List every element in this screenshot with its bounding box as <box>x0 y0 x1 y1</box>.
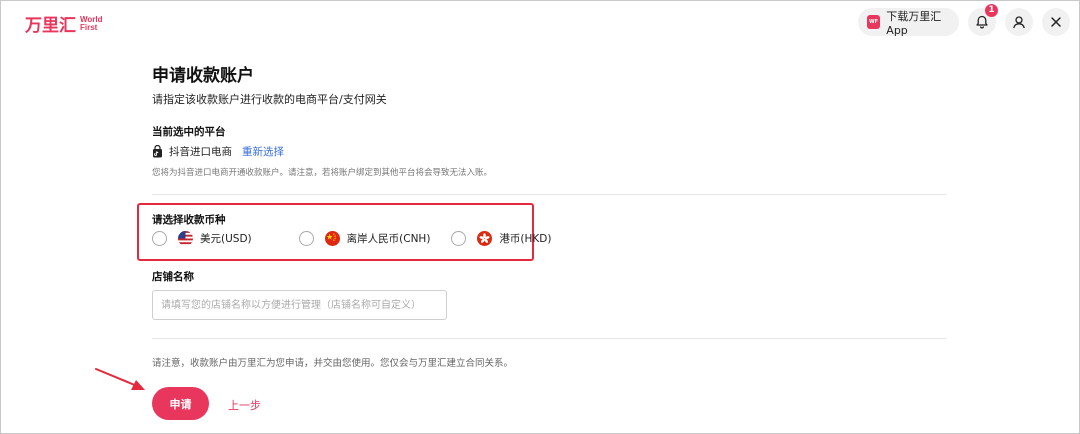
radio-hkd[interactable] <box>451 231 467 246</box>
store-name-input[interactable] <box>152 290 447 320</box>
radio-usd[interactable] <box>152 231 167 246</box>
annotation-arrow-icon <box>95 368 145 390</box>
page-frame: 万里汇 World First WF 下载万里汇App 1 申请收款账户 请指定… <box>0 0 1080 434</box>
divider-bottom <box>152 338 946 339</box>
platform-name: 抖音进口电商 <box>169 146 232 158</box>
back-link[interactable]: 上一步 <box>228 397 261 413</box>
notification-button[interactable]: 1 <box>968 4 998 36</box>
hk-flag-icon <box>477 231 493 246</box>
close-icon <box>1051 17 1061 27</box>
currency-section-label: 请选择收款币种 <box>152 214 226 226</box>
download-app-button[interactable]: WF 下载万里汇App <box>858 8 959 37</box>
close-button[interactable] <box>1042 8 1070 36</box>
platform-hint: 您将为抖音进口电商开通收款账户。请注意，若将账户绑定到其他平台将会导致无法入账。 <box>152 168 493 178</box>
currency-radio-group: 美元(USD) 离岸人民币(CNH) 港币(HKD) <box>152 231 551 246</box>
currency-label-usd: 美元(USD) <box>200 233 252 245</box>
radio-cnh[interactable] <box>298 231 314 246</box>
logo-chinese-text: 万里汇 <box>25 16 76 36</box>
platform-section-label: 当前选中的平台 <box>152 126 226 138</box>
account-button[interactable] <box>1005 8 1033 36</box>
reselect-platform-link[interactable]: 重新选择 <box>242 144 284 159</box>
currency-option-usd[interactable]: 美元(USD) <box>152 231 252 246</box>
worldfirst-app-icon: WF <box>867 15 881 29</box>
logo-english-text: World First <box>80 14 103 32</box>
apply-button[interactable]: 申请 <box>152 387 209 420</box>
bell-icon <box>976 15 988 29</box>
cn-flag-icon <box>324 231 340 246</box>
divider-top <box>152 194 946 195</box>
selected-platform: 抖音进口电商 重新选择 <box>152 144 284 159</box>
worldfirst-logo[interactable]: 万里汇 World First <box>25 11 103 36</box>
currency-option-cnh[interactable]: 离岸人民币(CNH) <box>298 231 431 246</box>
notification-count-badge: 1 <box>985 4 998 17</box>
page-title: 申请收款账户 <box>152 66 254 86</box>
download-app-label: 下载万里汇App <box>886 9 942 37</box>
page-subtitle: 请指定该收款账户进行收款的电商平台/支付网关 <box>152 93 387 106</box>
currency-label-hkd: 港币(HKD) <box>499 233 552 245</box>
user-icon <box>1013 16 1025 29</box>
store-name-section-label: 店铺名称 <box>152 271 194 283</box>
currency-label-cnh: 离岸人民币(CNH) <box>346 233 431 245</box>
currency-option-hkd[interactable]: 港币(HKD) <box>451 231 551 246</box>
contract-notice: 请注意，收款账户由万里汇为您申请，并交由您使用。您仅会与万里汇建立合同关系。 <box>152 358 514 369</box>
shopping-bag-icon <box>153 145 162 158</box>
us-flag-icon <box>178 231 193 246</box>
